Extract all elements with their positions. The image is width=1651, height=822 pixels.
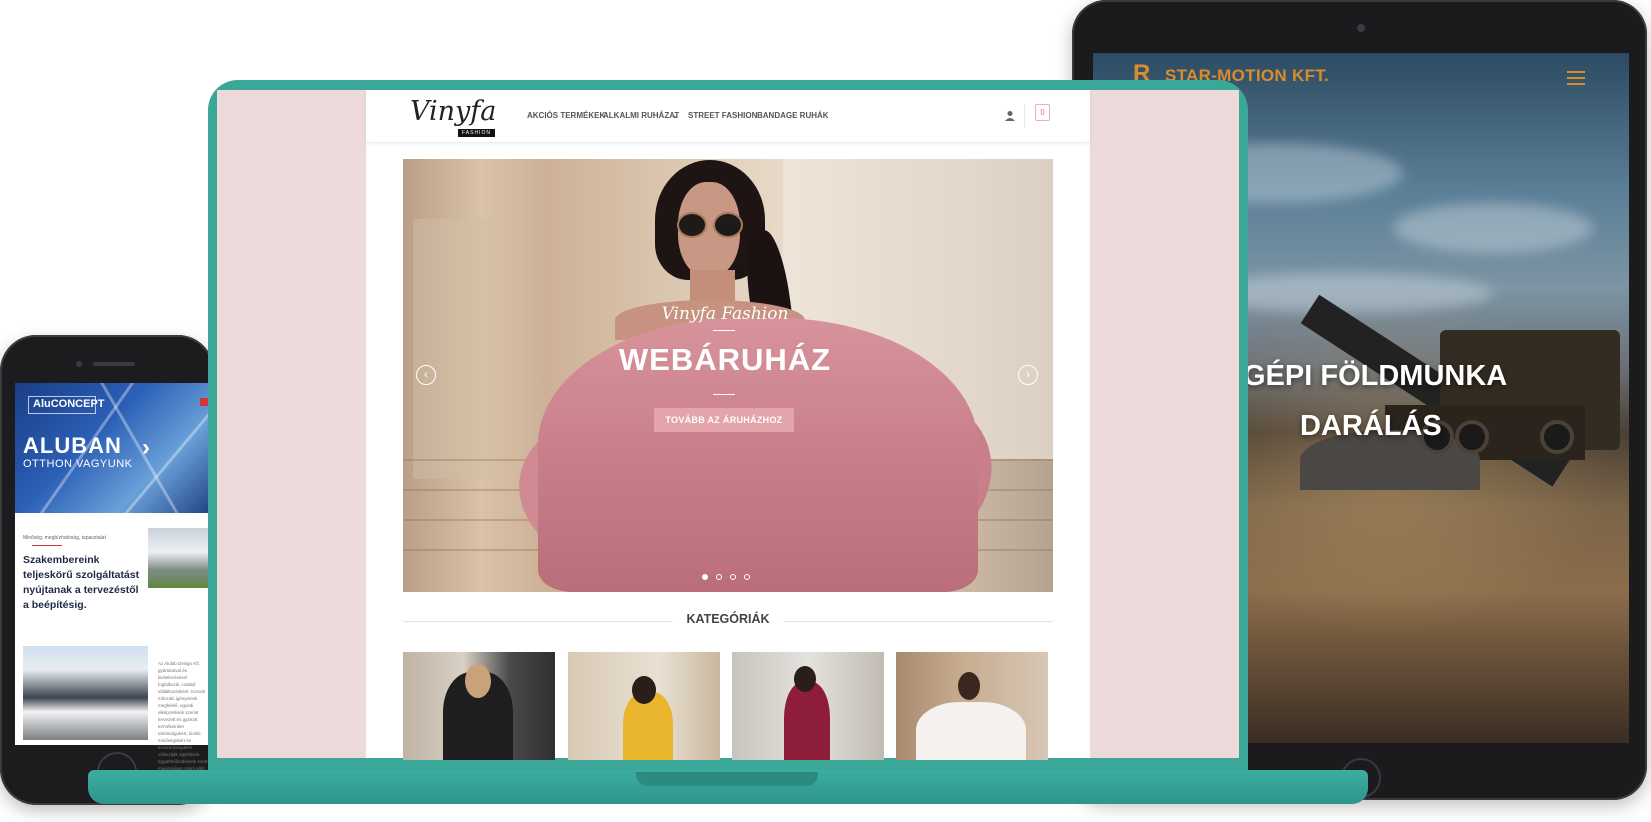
machine-wheel	[1540, 420, 1574, 454]
cart-icon[interactable]: 0	[1035, 104, 1050, 121]
slider-prev-icon[interactable]: ‹	[416, 365, 436, 385]
laptop-notch	[636, 772, 818, 786]
tablet-headline-2: DARÁLÁS	[1300, 410, 1442, 442]
phone-speaker	[93, 362, 135, 366]
tablet-camera	[1357, 24, 1365, 32]
vinyfa-logo[interactable]: Vinyfa	[410, 96, 496, 127]
building-photo	[23, 646, 148, 740]
divider	[403, 621, 673, 622]
slide-script-text: Vinyfa Fashion	[661, 304, 789, 324]
category-card[interactable]	[568, 652, 720, 760]
nav-akcios-termekek[interactable]: AKCIÓS TERMÉKEK	[527, 111, 605, 120]
slider-dot[interactable]	[744, 574, 750, 580]
aluconcept-logo[interactable]: AluCONCEPT	[33, 398, 105, 410]
divider	[783, 621, 1053, 622]
user-icon[interactable]	[1004, 110, 1016, 122]
nav-bandage-ruhak[interactable]: BANDAGE RUHÁK	[757, 111, 829, 120]
vinyfa-logo-tag: FASHION	[458, 129, 495, 137]
chevron-down-icon[interactable]: ⌄	[672, 111, 679, 120]
alu-divider	[32, 545, 62, 546]
slider-dot[interactable]	[716, 574, 722, 580]
aluban-title: ALUBAN	[23, 433, 122, 458]
slider-dot[interactable]	[702, 574, 708, 580]
phone-camera	[76, 361, 82, 367]
alu-small-label: Minőség, megbízhatóság, tapasztalat	[23, 535, 106, 541]
sunglasses-lens	[713, 212, 743, 238]
sky-cloud	[1393, 203, 1593, 253]
slide-divider	[713, 330, 735, 331]
house-photo	[148, 528, 208, 588]
category-card[interactable]	[732, 652, 884, 760]
shop-button[interactable]: TOVÁBB AZ ÁRUHÁZHOZ	[654, 408, 794, 432]
slide-title: WEBÁRUHÁZ	[618, 342, 832, 377]
category-card[interactable]	[896, 652, 1048, 760]
sunglasses-lens	[677, 212, 707, 238]
slider-dot[interactable]	[730, 574, 736, 580]
machine-wheel	[1455, 420, 1489, 454]
nav-alkalmi-ruhazat[interactable]: ALKALMI RUHÁZAT	[603, 111, 679, 120]
aluban-subtitle: OTTHON VAGYUNK	[23, 458, 133, 470]
slider-next-icon[interactable]: ›	[1018, 365, 1038, 385]
category-card[interactable]	[403, 652, 555, 760]
categories-title: KATEGÓRIÁK	[686, 612, 770, 626]
nav-street-fashion[interactable]: STREET FASHION	[688, 111, 757, 120]
tablet-headline-1: GÉPI FÖLDMUNKA	[1243, 360, 1508, 392]
arrow-right-icon: ›	[142, 434, 150, 461]
alu-body-heading: Szakembereink teljeskörű szolgáltatást n…	[23, 554, 140, 611]
hamburger-menu-icon[interactable]	[1567, 71, 1585, 89]
header-divider	[1024, 104, 1025, 128]
slide-divider	[713, 394, 735, 395]
